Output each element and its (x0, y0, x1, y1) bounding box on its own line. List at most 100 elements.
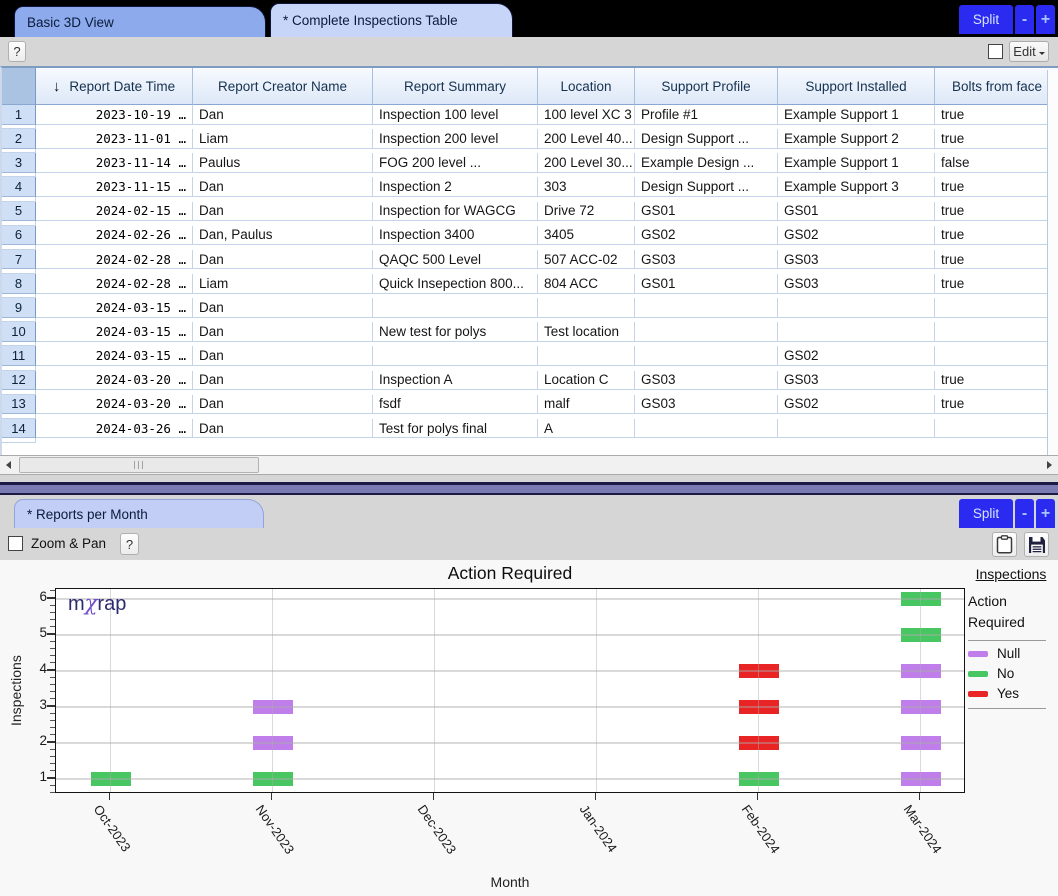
table-cell[interactable]: Example Support 1 (778, 153, 935, 173)
scrollbar-thumb[interactable] (19, 457, 259, 473)
table-corner-cell[interactable] (2, 68, 36, 105)
table-cell[interactable]: Dan (193, 202, 373, 222)
table-cell[interactable]: Quick Insepection 800... (373, 274, 538, 294)
save-button[interactable] (1024, 532, 1049, 557)
table-cell[interactable]: true (935, 274, 1058, 294)
tab-basic-3d-view[interactable]: Basic 3D View (14, 6, 266, 37)
table-cell[interactable]: Test location (538, 322, 635, 342)
table-cell[interactable] (778, 298, 935, 318)
table-cell[interactable]: Dan (193, 298, 373, 318)
table-cell[interactable]: Inspection 200 level (373, 129, 538, 149)
table-cell[interactable]: Inspection 3400 (373, 226, 538, 246)
table-cell[interactable]: Profile #1 (635, 105, 778, 125)
column-header-bolts-from-face[interactable]: Bolts from face (935, 68, 1058, 105)
table-cell[interactable]: Inspection for WAGCG (373, 202, 538, 222)
table-cell[interactable]: Liam (193, 129, 373, 149)
table-cell[interactable]: GS01 (635, 202, 778, 222)
table-cell[interactable] (935, 419, 1058, 439)
table-cell[interactable] (635, 298, 778, 318)
table-cell[interactable] (935, 322, 1058, 342)
table-cell[interactable]: 2024-03-26 … (36, 419, 193, 439)
table-cell[interactable]: Dan (193, 177, 373, 197)
table-cell[interactable]: 2024-03-15 … (36, 298, 193, 318)
row-number-cell[interactable]: 5 (2, 202, 36, 222)
table-cell[interactable]: Design Support ... (635, 129, 778, 149)
collapse-button[interactable]: - (1015, 499, 1034, 528)
table-cell[interactable]: true (935, 371, 1058, 391)
row-number-cell[interactable]: 6 (2, 226, 36, 246)
table-cell[interactable]: Test for polys final (373, 419, 538, 439)
table-cell[interactable]: QAQC 500 Level (373, 250, 538, 270)
table-cell[interactable]: New test for polys (373, 322, 538, 342)
row-number-cell[interactable]: 13 (2, 395, 36, 415)
help-button[interactable]: ? (8, 41, 26, 62)
row-number-cell[interactable]: 8 (2, 274, 36, 294)
row-number-cell[interactable]: 4 (2, 177, 36, 197)
expand-button[interactable]: + (1036, 499, 1055, 528)
tab-complete-inspections-table[interactable]: * Complete Inspections Table (270, 3, 513, 37)
table-cell[interactable]: Location C (538, 371, 635, 391)
table-cell[interactable]: Dan (193, 346, 373, 366)
table-cell[interactable] (538, 298, 635, 318)
table-cell[interactable]: true (935, 250, 1058, 270)
table-cell[interactable]: true (935, 395, 1058, 415)
table-cell[interactable]: Dan (193, 322, 373, 342)
table-cell[interactable]: GS02 (778, 395, 935, 415)
table-cell[interactable] (373, 298, 538, 318)
row-number-cell[interactable]: 14 (2, 419, 36, 439)
horizontal-scrollbar[interactable] (0, 455, 1058, 475)
table-cell[interactable]: GS02 (778, 226, 935, 246)
table-cell[interactable]: Inspection 2 (373, 177, 538, 197)
table-cell[interactable] (373, 346, 538, 366)
table-cell[interactable]: FOG 200 level ... (373, 153, 538, 173)
table-cell[interactable]: GS01 (635, 274, 778, 294)
table-cell[interactable]: 303 (538, 177, 635, 197)
table-cell[interactable]: Drive 72 (538, 202, 635, 222)
table-cell[interactable]: GS03 (635, 371, 778, 391)
table-cell[interactable] (635, 419, 778, 439)
vertical-scrollbar[interactable] (1047, 70, 1058, 457)
table-cell[interactable]: Example Support 3 (778, 177, 935, 197)
table-cell[interactable]: 2024-02-26 … (36, 226, 193, 246)
row-number-cell[interactable]: 1 (2, 105, 36, 125)
table-cell[interactable] (935, 298, 1058, 318)
table-cell[interactable]: GS03 (635, 250, 778, 270)
tab-reports-per-month[interactable]: * Reports per Month (14, 499, 264, 528)
zoom-pan-checkbox[interactable] (8, 536, 23, 551)
scroll-right-button[interactable] (1042, 456, 1058, 474)
expand-button[interactable]: + (1036, 5, 1055, 34)
panel-splitter-handle[interactable] (0, 482, 1058, 496)
table-cell[interactable]: 2024-02-15 … (36, 202, 193, 222)
table-cell[interactable]: Example Support 2 (778, 129, 935, 149)
table-cell[interactable]: true (935, 202, 1058, 222)
table-cell[interactable]: GS03 (778, 274, 935, 294)
table-cell[interactable] (778, 322, 935, 342)
table-cell[interactable]: 200 Level 30... (538, 153, 635, 173)
edit-button[interactable]: Edit (1009, 41, 1049, 62)
table-cell[interactable]: Liam (193, 274, 373, 294)
table-cell[interactable]: true (935, 226, 1058, 246)
copy-to-clipboard-button[interactable] (992, 532, 1017, 557)
column-header-location[interactable]: Location (538, 68, 635, 105)
scroll-left-button[interactable] (0, 456, 16, 474)
table-cell[interactable]: Example Support 1 (778, 105, 935, 125)
table-cell[interactable]: false (935, 153, 1058, 173)
table-cell[interactable] (635, 322, 778, 342)
table-cell[interactable]: A (538, 419, 635, 439)
table-cell[interactable]: GS03 (778, 250, 935, 270)
table-cell[interactable]: Inspection 100 level (373, 105, 538, 125)
table-cell[interactable]: 507 ACC-02 (538, 250, 635, 270)
table-cell[interactable]: malf (538, 395, 635, 415)
table-cell[interactable] (778, 419, 935, 439)
row-number-cell[interactable]: 7 (2, 250, 36, 270)
table-cell[interactable]: GS01 (778, 202, 935, 222)
table-cell[interactable]: 804 ACC (538, 274, 635, 294)
row-number-cell[interactable]: 11 (2, 346, 36, 366)
table-cell[interactable]: true (935, 105, 1058, 125)
table-cell[interactable]: 2023-11-15 … (36, 177, 193, 197)
table-cell[interactable]: 2023-11-01 … (36, 129, 193, 149)
column-header-support-profile[interactable]: Support Profile (635, 68, 778, 105)
row-number-cell[interactable]: 12 (2, 371, 36, 391)
table-cell[interactable]: 2024-03-20 … (36, 371, 193, 391)
split-button[interactable]: Split (959, 5, 1013, 34)
